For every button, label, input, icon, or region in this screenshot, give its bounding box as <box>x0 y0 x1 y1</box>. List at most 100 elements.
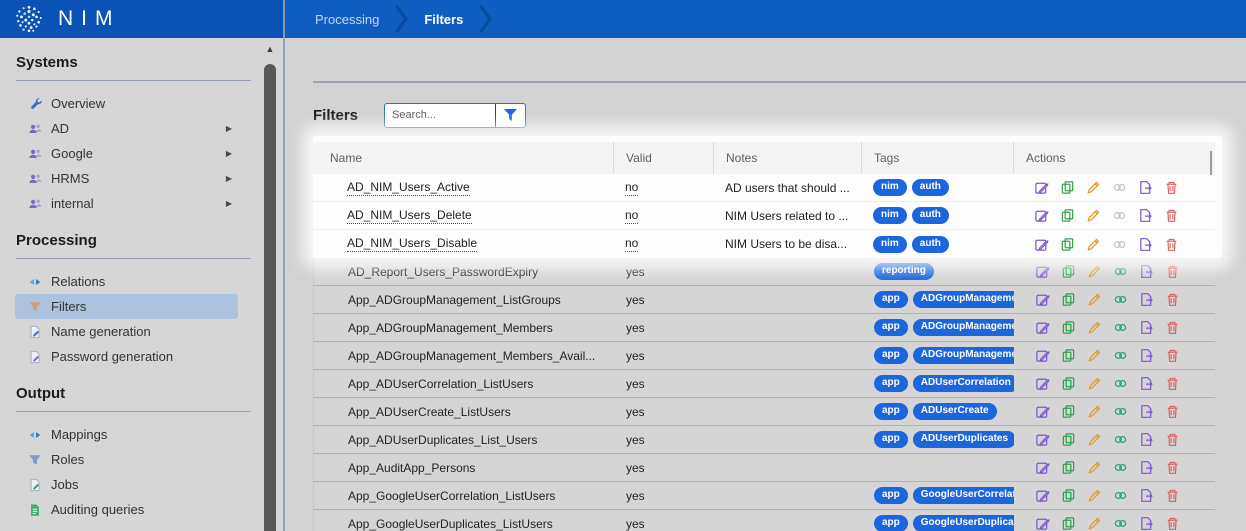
link-action-icon[interactable] <box>1113 460 1128 475</box>
copy-action-icon[interactable] <box>1060 208 1075 223</box>
rename-action-icon[interactable] <box>1087 516 1102 531</box>
delete-action-icon[interactable] <box>1165 348 1180 363</box>
column-header-valid[interactable]: Valid <box>613 142 713 174</box>
rename-action-icon[interactable] <box>1086 237 1101 252</box>
copy-action-icon[interactable] <box>1060 180 1075 195</box>
search-input[interactable] <box>385 104 495 127</box>
filter-name[interactable]: AD_NIM_Users_Active <box>347 180 470 196</box>
copy-action-icon[interactable] <box>1061 404 1076 419</box>
column-header-name[interactable]: Name <box>313 142 613 174</box>
link-action-icon[interactable] <box>1112 180 1127 195</box>
filter-name[interactable]: App_ADGroupManagement_Members <box>348 321 553 335</box>
rename-action-icon[interactable] <box>1087 404 1102 419</box>
rename-action-icon[interactable] <box>1087 348 1102 363</box>
edit-action-icon[interactable] <box>1035 404 1050 419</box>
filter-name[interactable]: App_ADUserCreate_ListUsers <box>348 405 511 419</box>
link-action-icon[interactable] <box>1113 432 1128 447</box>
delete-action-icon[interactable] <box>1164 208 1179 223</box>
copy-action-icon[interactable] <box>1061 292 1076 307</box>
export-action-icon[interactable] <box>1139 488 1154 503</box>
copy-action-icon[interactable] <box>1061 320 1076 335</box>
copy-action-icon[interactable] <box>1061 348 1076 363</box>
filter-name[interactable]: App_ADUserCorrelation_ListUsers <box>348 377 533 391</box>
table-scrollbar-thumb[interactable] <box>1210 151 1212 175</box>
rename-action-icon[interactable] <box>1087 432 1102 447</box>
export-action-icon[interactable] <box>1139 376 1154 391</box>
copy-action-icon[interactable] <box>1061 264 1076 279</box>
copy-action-icon[interactable] <box>1061 488 1076 503</box>
export-action-icon[interactable] <box>1139 292 1154 307</box>
sidebar-item-auditing-queries[interactable]: Auditing queries <box>15 497 238 522</box>
link-action-icon[interactable] <box>1113 516 1128 531</box>
export-action-icon[interactable] <box>1138 208 1153 223</box>
sidebar-item-filters[interactable]: Filters <box>15 294 238 319</box>
sidebar-item-ad[interactable]: AD ▶ <box>15 116 238 141</box>
export-action-icon[interactable] <box>1138 180 1153 195</box>
edit-action-icon[interactable] <box>1035 320 1050 335</box>
filter-name[interactable]: App_ADUserDuplicates_List_Users <box>348 433 537 447</box>
edit-action-icon[interactable] <box>1034 180 1049 195</box>
delete-action-icon[interactable] <box>1164 180 1179 195</box>
edit-action-icon[interactable] <box>1035 516 1050 531</box>
column-header-notes[interactable]: Notes <box>713 142 861 174</box>
link-action-icon[interactable] <box>1112 208 1127 223</box>
delete-action-icon[interactable] <box>1165 432 1180 447</box>
sidebar-item-relations[interactable]: Relations <box>15 269 238 294</box>
export-action-icon[interactable] <box>1139 264 1154 279</box>
sidebar-item-hrms[interactable]: HRMS ▶ <box>15 166 238 191</box>
column-header-tags[interactable]: Tags <box>861 142 1013 174</box>
sidebar-item-roles[interactable]: Roles <box>15 447 238 472</box>
export-action-icon[interactable] <box>1139 320 1154 335</box>
rename-action-icon[interactable] <box>1087 320 1102 335</box>
sidebar-item-mappings[interactable]: Mappings <box>15 422 238 447</box>
sidebar-item-internal[interactable]: internal ▶ <box>15 191 238 216</box>
export-action-icon[interactable] <box>1139 348 1154 363</box>
export-action-icon[interactable] <box>1139 460 1154 475</box>
rename-action-icon[interactable] <box>1087 292 1102 307</box>
filter-name[interactable]: App_AuditApp_Persons <box>348 461 475 475</box>
edit-action-icon[interactable] <box>1034 208 1049 223</box>
edit-action-icon[interactable] <box>1035 460 1050 475</box>
link-action-icon[interactable] <box>1113 404 1128 419</box>
delete-action-icon[interactable] <box>1164 237 1179 252</box>
filter-name[interactable]: App_GoogleUserCorrelation_ListUsers <box>348 489 555 503</box>
export-action-icon[interactable] <box>1139 404 1154 419</box>
sidebar-item-google[interactable]: Google ▶ <box>15 141 238 166</box>
edit-action-icon[interactable] <box>1035 488 1050 503</box>
delete-action-icon[interactable] <box>1165 376 1180 391</box>
sidebar-scrollbar[interactable]: ▲ <box>263 43 277 531</box>
delete-action-icon[interactable] <box>1165 488 1180 503</box>
rename-action-icon[interactable] <box>1087 264 1102 279</box>
filter-name[interactable]: App_GoogleUserDuplicates_ListUsers <box>348 517 553 531</box>
sidebar-item-name-generation[interactable]: Name generation <box>15 319 238 344</box>
copy-action-icon[interactable] <box>1061 516 1076 531</box>
link-action-icon[interactable] <box>1113 348 1128 363</box>
link-action-icon[interactable] <box>1113 488 1128 503</box>
scroll-up-arrow-icon[interactable]: ▲ <box>263 43 277 56</box>
link-action-icon[interactable] <box>1112 237 1127 252</box>
sidebar-scrollbar-thumb[interactable] <box>264 64 276 531</box>
sidebar-item-overview[interactable]: Overview <box>15 91 238 116</box>
rename-action-icon[interactable] <box>1086 180 1101 195</box>
delete-action-icon[interactable] <box>1165 264 1180 279</box>
filter-name[interactable]: App_ADGroupManagement_ListGroups <box>348 293 561 307</box>
sidebar-item-jobs[interactable]: Jobs <box>15 472 238 497</box>
delete-action-icon[interactable] <box>1165 292 1180 307</box>
link-action-icon[interactable] <box>1113 292 1128 307</box>
filter-name[interactable]: AD_Report_Users_PasswordExpiry <box>348 265 538 279</box>
copy-action-icon[interactable] <box>1060 237 1075 252</box>
rename-action-icon[interactable] <box>1086 208 1101 223</box>
edit-action-icon[interactable] <box>1035 376 1050 391</box>
export-action-icon[interactable] <box>1139 432 1154 447</box>
edit-action-icon[interactable] <box>1035 348 1050 363</box>
edit-action-icon[interactable] <box>1034 237 1049 252</box>
link-action-icon[interactable] <box>1113 264 1128 279</box>
link-action-icon[interactable] <box>1113 376 1128 391</box>
breadcrumb-item-filters[interactable]: Filters <box>424 12 463 27</box>
export-action-icon[interactable] <box>1139 516 1154 531</box>
filter-name[interactable]: AD_NIM_Users_Disable <box>347 236 477 252</box>
delete-action-icon[interactable] <box>1165 404 1180 419</box>
filter-name[interactable]: AD_NIM_Users_Delete <box>347 208 472 224</box>
filter-search-button[interactable] <box>496 104 525 127</box>
edit-action-icon[interactable] <box>1035 264 1050 279</box>
